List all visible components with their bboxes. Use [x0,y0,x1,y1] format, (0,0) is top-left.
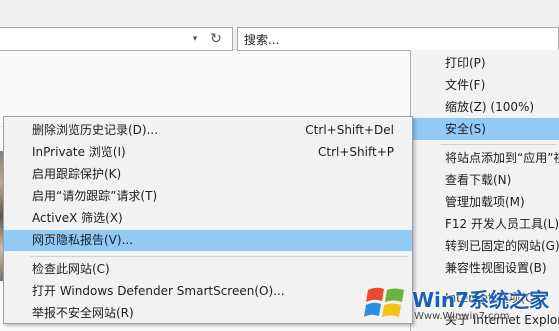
menu-separator [30,256,408,257]
menu-item-print[interactable]: 打印(P) [411,52,559,74]
menu-item-add-to-apps[interactable]: 将站点添加到“应用”视图(I) [411,147,559,169]
menu-item-label: InPrivate 浏览(I) [32,145,126,159]
search-placeholder: 搜索... [244,33,280,47]
menu-item-label: 举报不安全网站(R) [32,306,134,320]
refresh-icon[interactable]: ↻ [208,30,224,48]
menu-item-file[interactable]: 文件(F) [411,74,559,96]
menu-item-check-site[interactable]: 检查此网站(C) [4,259,412,280]
menu-item-shortcut: Ctrl+Shift+Del [305,123,394,137]
search-input[interactable]: 搜索... [237,27,559,51]
menu-item-shortcut: Ctrl+Shift+P [318,145,394,159]
menu-item-label: ActiveX 筛选(X) [32,211,123,225]
menu-item-tracking-protection[interactable]: 启用跟踪保护(K) [4,164,412,185]
menu-item-label: 网页隐私报告(V)... [32,233,134,247]
menu-separator [441,144,556,145]
menu-item-do-not-track[interactable]: 启用“请勿跟踪”请求(T) [4,186,412,207]
menu-item-zoom[interactable]: 缩放(Z) (100%) [411,96,559,118]
menu-item-view-downloads[interactable]: 查看下载(N) [411,169,559,191]
menu-item-report-unsafe[interactable]: 举报不安全网站(R) [4,303,412,324]
menu-item-pinned-sites[interactable]: 转到已固定的网站(G) [411,235,559,257]
menu-item-dev-tools[interactable]: F12 开发人员工具(L) [411,213,559,235]
watermark-text: Win7系统之家 [412,288,550,312]
menu-item-delete-history[interactable]: 删除浏览历史记录(D)... Ctrl+Shift+Del [4,120,412,141]
menu-item-inprivate[interactable]: InPrivate 浏览(I) Ctrl+Shift+P [4,142,412,163]
security-submenu: 删除浏览历史记录(D)... Ctrl+Shift+Del InPrivate … [3,116,413,324]
menu-item-security[interactable]: 安全(S) [411,118,559,140]
windows-logo-icon [364,287,404,317]
menu-item-activex-filtering[interactable]: ActiveX 筛选(X) [4,208,412,229]
watermark-url: Www.Winwin7.com [414,311,510,322]
menu-item-label: 启用“请勿跟踪”请求(T) [32,189,158,203]
browser-toolbar: ▾ ↻ 搜索... [0,0,559,51]
chevron-down-icon[interactable]: ▾ [189,32,201,46]
watermark: Win7系统之家 Www.Winwin7.com [362,276,559,331]
menu-item-label: 检查此网站(C) [32,262,110,276]
menu-item-privacy-report[interactable]: 网页隐私报告(V)... [4,230,412,251]
menu-item-label: 启用跟踪保护(K) [32,167,122,181]
menu-item-manage-addons[interactable]: 管理加载项(M) [411,191,559,213]
menu-item-label: 打开 Windows Defender SmartScreen(O)... [32,284,285,298]
menu-item-label: 删除浏览历史记录(D)... [32,123,159,137]
menu-item-smartscreen[interactable]: 打开 Windows Defender SmartScreen(O)... [4,281,412,302]
address-bar[interactable]: ▾ ↻ [0,27,233,51]
